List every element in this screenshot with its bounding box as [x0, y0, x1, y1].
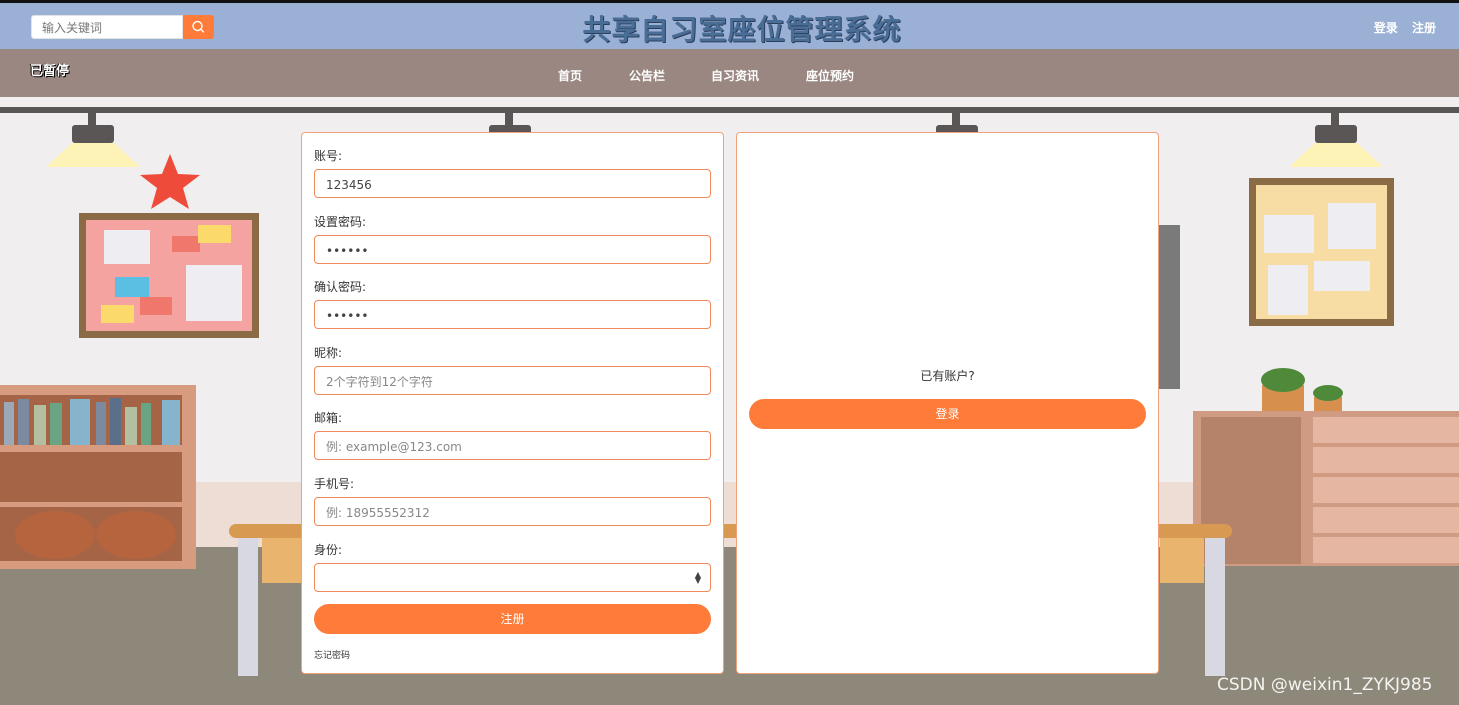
paused-status: 已暂停 — [30, 64, 70, 79]
confirm-password-input[interactable] — [324, 302, 698, 329]
register-link[interactable]: 注册 — [1412, 21, 1436, 35]
nickname-label: 昵称: — [314, 346, 343, 360]
login-link[interactable]: 登录 — [1374, 21, 1398, 35]
nav-item-notices[interactable]: 公告栏 — [629, 67, 665, 84]
select-arrows-icon: ▲ ▼ — [694, 570, 701, 585]
auth-links: 登录 注册 — [1364, 19, 1436, 36]
account-input[interactable] — [324, 171, 698, 198]
have-account-text: 已有账户? — [920, 369, 975, 383]
main-nav: 已暂停 首页 公告栏 自习资讯 座位预约 — [0, 49, 1459, 97]
login-card: 已有账户? 登录 — [736, 132, 1159, 674]
password-label: 设置密码: — [314, 215, 367, 229]
role-select[interactable]: ▲ ▼ — [314, 563, 711, 592]
account-label: 账号: — [314, 149, 343, 163]
lamp-right — [1289, 113, 1383, 167]
site-header: 共享自习室座位管理系统 登录 注册 — [0, 3, 1459, 49]
confirm-password-field — [314, 300, 711, 329]
password-field — [314, 235, 711, 264]
email-label: 邮箱: — [314, 411, 343, 425]
register-card: 账号: 设置密码: 确认密码: 昵称: 邮箱: 手机号: 身份: ▲▼ 注册 忘… — [301, 132, 724, 674]
email-input[interactable] — [324, 433, 698, 460]
nav-item-home[interactable]: 首页 — [558, 67, 582, 84]
nickname-input[interactable] — [324, 368, 698, 395]
role-label: 身份: — [314, 543, 343, 557]
confirm-password-label: 确认密码: — [314, 280, 367, 294]
star-decoration — [140, 154, 200, 209]
phone-input[interactable] — [324, 499, 698, 526]
watermark: CSDN @weixin1_ZYKJ985 — [1217, 675, 1433, 695]
email-field — [314, 431, 711, 460]
classroom-illustration — [0, 113, 1459, 676]
phone-label: 手机号: — [314, 477, 355, 491]
register-submit-button[interactable]: 注册 — [314, 604, 711, 634]
background-illustration — [0, 97, 1459, 705]
account-field — [314, 169, 711, 198]
login-button[interactable]: 登录 — [749, 399, 1146, 429]
forgot-password-link[interactable]: 忘记密码 — [314, 648, 350, 661]
nav-item-study-news[interactable]: 自习资讯 — [711, 67, 759, 84]
password-input[interactable] — [324, 237, 698, 264]
lamp-left — [46, 113, 140, 167]
phone-field — [314, 497, 711, 526]
nickname-field — [314, 366, 711, 395]
site-title: 共享自习室座位管理系统 — [582, 13, 902, 46]
nav-item-seat-booking[interactable]: 座位预约 — [806, 67, 854, 84]
